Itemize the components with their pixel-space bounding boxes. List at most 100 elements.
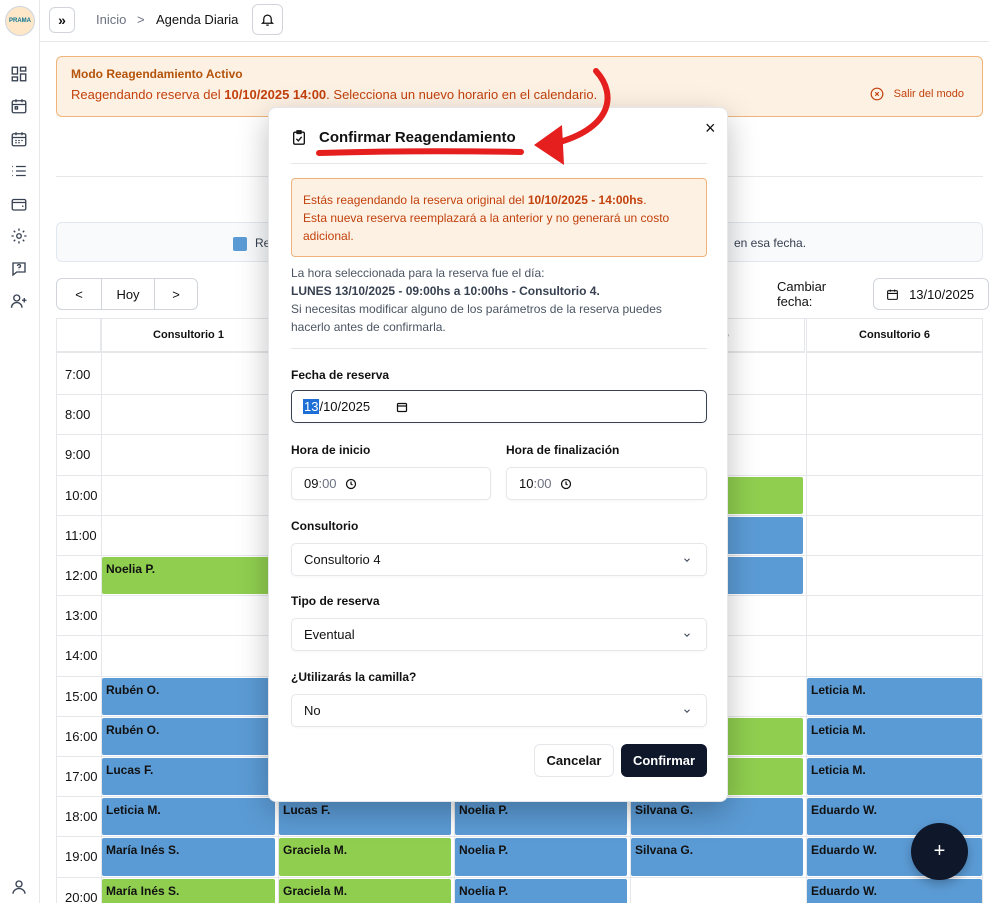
help-icon[interactable] <box>10 260 28 278</box>
notifications-button[interactable] <box>252 4 283 35</box>
cancel-button[interactable]: Cancelar <box>534 744 614 777</box>
calendar-icon[interactable] <box>10 130 28 148</box>
reservation-block[interactable]: Graciela M. <box>279 838 451 876</box>
chevron-down-icon <box>684 709 690 713</box>
consultorio-label: Consultorio <box>291 519 359 533</box>
bell-icon <box>260 14 275 26</box>
hora-inicio-input[interactable]: 09:00 <box>291 467 491 500</box>
add-reservation-button[interactable]: + <box>911 823 968 880</box>
reservation-block[interactable]: Rubén O. <box>102 717 275 755</box>
reservation-block[interactable]: Leticia M. <box>807 677 982 715</box>
reschedule-warning: Estás reagendando la reserva original de… <box>291 178 707 257</box>
breadcrumb-home[interactable]: Inicio <box>96 12 126 27</box>
reservation-block[interactable]: María Inés S. <box>102 878 275 903</box>
time-label: 17:00 <box>65 769 98 784</box>
hora-inicio-hour: 09 <box>304 476 319 491</box>
time-label: 12:00 <box>65 568 98 583</box>
time-label: 11:00 <box>65 527 97 543</box>
confirm-button[interactable]: Confirmar <box>621 744 707 777</box>
date-navigation: < Hoy > <box>56 278 198 310</box>
hora-fin-hour: 10 <box>519 476 534 491</box>
today-button[interactable]: Hoy <box>102 279 155 309</box>
chevron-left-icon: < <box>75 286 83 302</box>
calendar-day-icon[interactable] <box>10 97 28 115</box>
time-label: 10:00 <box>65 487 98 503</box>
tipo-reserva-value: Eventual <box>304 627 355 642</box>
selected-time-info: La hora seleccionada para la reserva fue… <box>291 264 707 336</box>
clock-icon[interactable] <box>345 478 357 490</box>
reservation-block[interactable]: Silvana G. <box>631 798 803 836</box>
time-label: 20:00 <box>65 889 98 903</box>
dashboard-icon[interactable] <box>10 65 28 83</box>
reservation-block[interactable]: Noelia P. <box>455 878 627 903</box>
chevron-right-icon: > <box>172 286 180 302</box>
reservation-block[interactable]: Leticia M. <box>102 798 275 836</box>
reservation-block[interactable]: Eduardo W. <box>807 878 982 903</box>
reservation-block[interactable]: Rubén O. <box>102 677 275 715</box>
clock-icon[interactable] <box>560 478 572 490</box>
prev-day-button[interactable]: < <box>57 279 102 309</box>
hora-fin-label: Hora de finalización <box>506 443 620 457</box>
reservation-block[interactable]: Graciela M. <box>279 878 451 903</box>
red-arrow-annotation <box>534 68 611 165</box>
consultorio-select[interactable]: Consultorio 4 <box>291 543 707 576</box>
close-dialog-button[interactable]: × <box>705 118 716 139</box>
tipo-reserva-select[interactable]: Eventual <box>291 618 707 651</box>
calendar-picker-icon[interactable] <box>396 401 408 413</box>
app-logo[interactable]: PRAMA <box>5 6 35 36</box>
hora-inicio-minutes: :00 <box>318 476 337 491</box>
time-label: 9:00 <box>65 447 91 463</box>
clipboard-check-icon <box>293 130 305 145</box>
camilla-label: ¿Utilizarás la camilla? <box>291 670 417 684</box>
reservation-block[interactable]: Silvana G. <box>631 838 803 876</box>
warning-line-2: Esta nueva reserva reemplazará a la ante… <box>303 211 670 225</box>
exit-mode-label: Salir del modo <box>893 88 964 100</box>
column-header-5: Consultorio 6 <box>806 319 982 353</box>
info-line-4: hacerlo antes de confirmarla. <box>291 320 446 334</box>
banner-text: Reagendando reserva del 10/10/2025 14:00… <box>71 87 598 102</box>
dialog-divider <box>291 163 707 164</box>
add-user-icon[interactable] <box>10 292 28 310</box>
hora-fin-input[interactable]: 10:00 <box>506 467 707 500</box>
reservation-block[interactable]: Noelia P. <box>455 798 627 836</box>
consultorio-value: Consultorio 4 <box>304 552 381 567</box>
reservation-block[interactable]: María Inés S. <box>102 838 275 876</box>
user-profile-icon[interactable] <box>10 878 28 896</box>
fecha-input[interactable]: 13/10/2025 <box>291 390 707 423</box>
topbar: » Inicio > Agenda Diaria <box>40 0 989 42</box>
exit-mode-button[interactable]: Salir del modo <box>870 87 964 101</box>
column-header-1: Consultorio 1 <box>101 319 277 353</box>
reservation-block[interactable]: Noelia P. <box>102 557 275 595</box>
list-icon[interactable] <box>10 162 28 180</box>
reservation-block[interactable]: Leticia M. <box>807 758 982 796</box>
reservation-block[interactable]: Leticia M. <box>807 717 982 755</box>
red-underline-annotation <box>316 148 524 156</box>
next-day-button[interactable]: > <box>155 279 197 309</box>
time-label: 16:00 <box>65 728 98 744</box>
reservation-block[interactable]: Lucas F. <box>279 798 451 836</box>
time-label: 18:00 <box>65 809 98 825</box>
confirm-reschedule-dialog: Confirmar Reagendamiento × Estás reagend… <box>268 107 728 802</box>
chevron-down-icon <box>684 633 690 637</box>
info-line-1: La hora seleccionada para la reserva fue… <box>291 266 545 280</box>
expand-sidebar-button[interactable]: » <box>49 7 75 33</box>
corner-header <box>57 319 101 353</box>
camilla-select[interactable]: No <box>291 694 707 727</box>
fecha-day-selected: 13 <box>303 399 320 414</box>
hora-fin-minutes: :00 <box>533 476 552 491</box>
time-label: 13:00 <box>65 608 98 624</box>
wallet-icon[interactable] <box>10 195 28 213</box>
date-picker[interactable]: 13/10/2025 <box>873 278 989 310</box>
banner-title: Modo Reagendamiento Activo <box>71 67 243 81</box>
time-label: 14:00 <box>65 648 98 664</box>
breadcrumb-current: Agenda Diaria <box>156 12 239 27</box>
settings-icon[interactable] <box>10 227 28 245</box>
legend-blue-swatch <box>233 237 247 251</box>
reservation-block[interactable]: Noelia P. <box>455 838 627 876</box>
plus-icon: + <box>933 840 946 862</box>
reservation-block[interactable]: Lucas F. <box>102 758 275 796</box>
tipo-reserva-label: Tipo de reserva <box>291 594 380 608</box>
close-icon: × <box>705 118 716 138</box>
fecha-rest: /10/2025 <box>319 399 371 414</box>
time-label: 15:00 <box>65 688 98 704</box>
